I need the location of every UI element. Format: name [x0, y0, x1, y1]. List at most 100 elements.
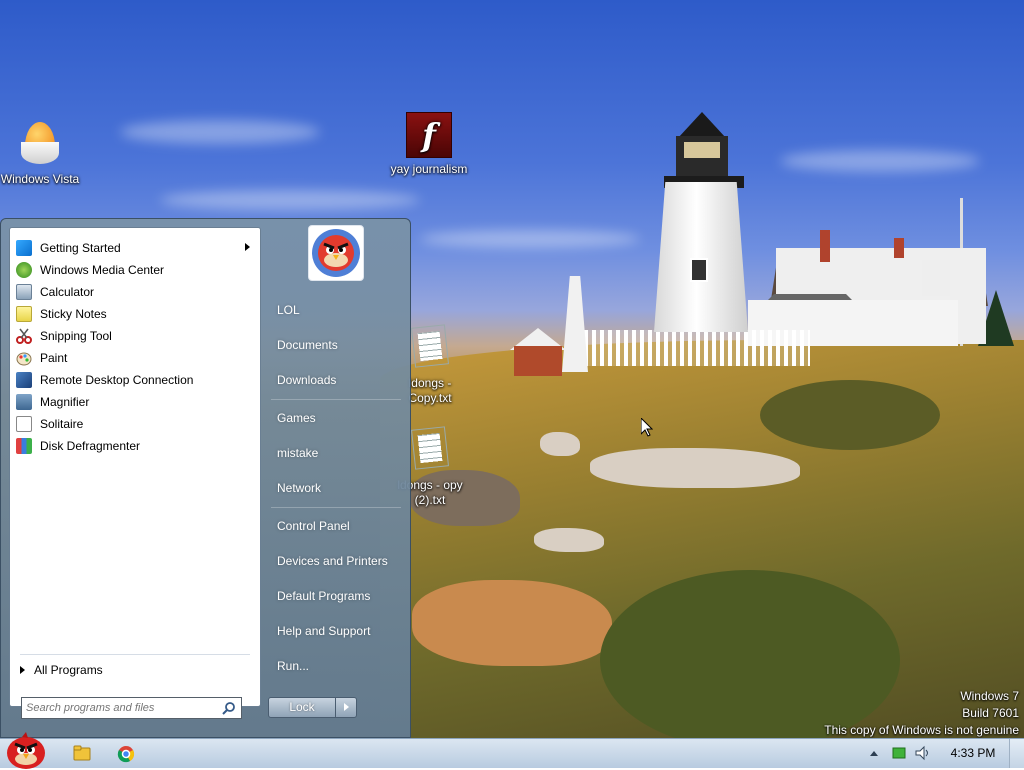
- taskbar-chrome-button[interactable]: [106, 740, 146, 767]
- search-box[interactable]: [21, 697, 242, 719]
- start-item-label: Control Panel: [277, 519, 350, 533]
- lock-label: Lock: [289, 700, 315, 714]
- program-label: Sticky Notes: [40, 307, 107, 321]
- start-item-help-and-support[interactable]: Help and Support: [269, 618, 403, 644]
- sticky-notes-icon: [16, 306, 32, 322]
- start-item-mistake[interactable]: mistake: [269, 440, 403, 466]
- program-label: Magnifier: [40, 395, 90, 409]
- explorer-folder-icon: [73, 745, 91, 761]
- remote-desktop-icon: [16, 372, 32, 388]
- search-icon[interactable]: [222, 701, 236, 715]
- taskbar: 4:33 PM: [0, 732, 1024, 769]
- program-label: Windows Media Center: [40, 263, 165, 277]
- desktop-icon-yay-journalism[interactable]: f yay journalism: [389, 112, 469, 177]
- start-item-label: Default Programs: [277, 589, 371, 603]
- separator: [20, 654, 250, 655]
- genuine-watermark: Windows 7 Build 7601 This copy of Window…: [824, 688, 1019, 738]
- start-item-label: Documents: [277, 338, 338, 352]
- rock: [590, 448, 800, 488]
- show-hidden-icons-arrow-icon[interactable]: [868, 748, 880, 758]
- start-item-label: LOL: [277, 303, 300, 317]
- start-item-lol[interactable]: LOL: [269, 297, 403, 323]
- solitaire-icon: [16, 416, 32, 432]
- snipping-tool-icon: [16, 328, 32, 344]
- rock: [540, 432, 580, 456]
- cloud: [160, 190, 420, 210]
- start-item-network[interactable]: Network: [269, 475, 403, 501]
- show-desktop-button[interactable]: [1009, 739, 1024, 768]
- start-item-documents[interactable]: Documents: [269, 332, 403, 358]
- system-clock[interactable]: 4:33 PM: [944, 739, 1002, 767]
- program-getting-started[interactable]: Getting Started: [14, 238, 258, 258]
- egg-icon: [16, 122, 64, 170]
- search-input[interactable]: [26, 700, 216, 716]
- paint-icon: [16, 350, 32, 366]
- watermark-line: Build 7601: [962, 706, 1019, 720]
- lock-button[interactable]: Lock: [268, 697, 336, 718]
- start-item-label: Downloads: [277, 373, 337, 387]
- lighthouse-tower: [654, 182, 748, 332]
- start-item-default-programs[interactable]: Default Programs: [269, 583, 403, 609]
- lighthouse-glass: [684, 142, 720, 158]
- start-item-label: Help and Support: [277, 624, 371, 638]
- start-button-angry-bird-icon[interactable]: [4, 731, 48, 769]
- shed: [514, 346, 562, 376]
- program-label: Paint: [40, 351, 68, 365]
- network-status-icon[interactable]: [891, 746, 907, 760]
- shutdown-options-arrow-button[interactable]: [336, 697, 357, 718]
- start-item-devices-and-printers[interactable]: Devices and Printers: [269, 548, 403, 574]
- start-item-label: Network: [277, 481, 322, 495]
- start-item-run[interactable]: Run...: [269, 653, 403, 679]
- start-menu-programs-pane: Getting Started Windows Media Center Cal…: [9, 227, 261, 707]
- media-center-icon: [16, 262, 32, 278]
- user-picture[interactable]: [308, 225, 364, 281]
- program-label: Disk Defragmenter: [40, 439, 141, 453]
- desktop-icon-windows-vista[interactable]: Windows Vista: [0, 116, 80, 187]
- start-item-games[interactable]: Games: [269, 405, 403, 431]
- text-file-icon: [406, 324, 454, 374]
- start-item-label: Games: [277, 411, 316, 425]
- rock: [534, 528, 604, 552]
- flash-icon: f: [405, 112, 453, 160]
- program-label: Snipping Tool: [40, 329, 112, 343]
- text-file-icon: [406, 426, 454, 476]
- program-windows-media-center[interactable]: Windows Media Center: [14, 260, 258, 280]
- cloud: [120, 120, 320, 144]
- program-label: Getting Started: [40, 241, 121, 255]
- program-disk-defragmenter[interactable]: Disk Defragmenter: [14, 436, 258, 456]
- magnifier-icon: [16, 394, 32, 410]
- start-item-downloads[interactable]: Downloads: [269, 367, 403, 393]
- volume-icon[interactable]: [914, 745, 932, 761]
- cloud: [420, 230, 640, 248]
- program-sticky-notes[interactable]: Sticky Notes: [14, 304, 258, 324]
- bush: [760, 380, 940, 450]
- calculator-icon: [16, 284, 32, 300]
- start-item-label: Run...: [277, 659, 310, 673]
- clock-time: 4:33 PM: [950, 746, 996, 760]
- desktop-icon-label: Windows Vista: [0, 172, 80, 186]
- program-label: Solitaire: [40, 417, 84, 431]
- separator: [271, 399, 401, 400]
- program-magnifier[interactable]: Magnifier: [14, 392, 258, 412]
- chimney: [894, 238, 904, 258]
- taskbar-explorer-button[interactable]: [62, 740, 102, 767]
- start-menu: Getting Started Windows Media Center Cal…: [0, 218, 411, 738]
- expand-arrow-icon: [20, 666, 25, 674]
- house-dormer: [922, 260, 950, 296]
- getting-started-icon: [16, 240, 32, 256]
- start-item-control-panel[interactable]: Control Panel: [269, 513, 403, 539]
- program-snipping-tool[interactable]: Snipping Tool: [14, 326, 258, 346]
- program-solitaire[interactable]: Solitaire: [14, 414, 258, 434]
- desktop-icon-label: ldongs - Copy.txt: [408, 376, 452, 405]
- watermark-line: This copy of Windows is not genuine: [824, 723, 1019, 737]
- all-programs-button[interactable]: All Programs: [20, 660, 103, 680]
- program-calculator[interactable]: Calculator: [14, 282, 258, 302]
- start-item-label: Devices and Printers: [277, 554, 388, 568]
- separator: [271, 507, 401, 508]
- chrome-icon: [117, 746, 135, 763]
- program-remote-desktop-connection[interactable]: Remote Desktop Connection: [14, 370, 258, 390]
- cloud: [780, 150, 980, 172]
- lighthouse-window: [690, 258, 708, 282]
- program-paint[interactable]: Paint: [14, 348, 258, 368]
- watermark-line: Windows 7: [960, 689, 1019, 703]
